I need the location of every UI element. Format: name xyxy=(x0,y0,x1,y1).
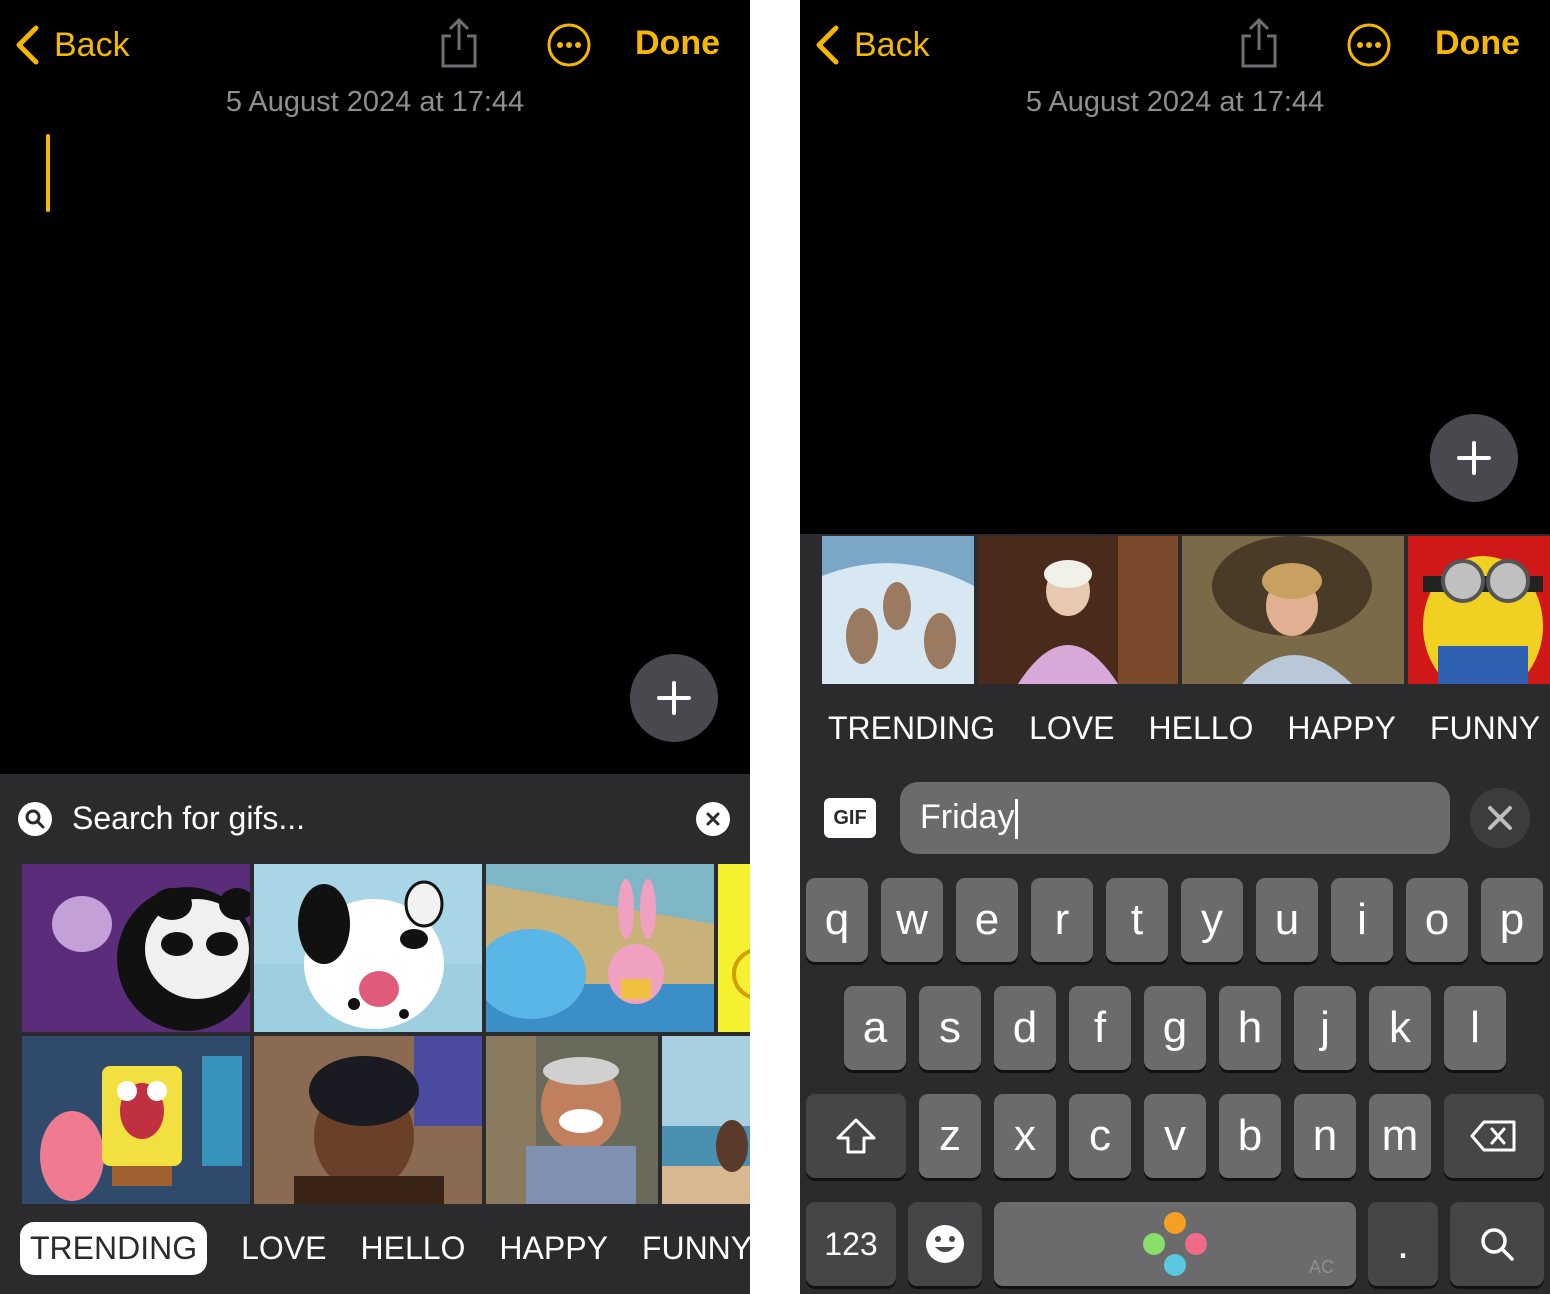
key-e[interactable]: e xyxy=(956,878,1018,962)
close-icon xyxy=(1488,806,1512,830)
clear-search-button[interactable] xyxy=(1470,788,1530,848)
plus-icon xyxy=(657,681,691,715)
key-r[interactable]: r xyxy=(1031,878,1093,962)
gif-thumbnail-toddler[interactable] xyxy=(1182,536,1404,684)
gif-search-bar[interactable]: Search for gifs... xyxy=(0,774,750,862)
period-key[interactable]: . xyxy=(1368,1202,1438,1286)
more-options-icon[interactable] xyxy=(1346,22,1392,68)
gif-thumbnail-woman-dancing[interactable] xyxy=(978,536,1178,684)
done-button[interactable]: Done xyxy=(635,24,720,63)
gif-search-placeholder[interactable]: Search for gifs... xyxy=(72,800,305,837)
app-logo-icon xyxy=(1143,1212,1207,1276)
key-j[interactable]: j xyxy=(1294,986,1356,1070)
share-icon[interactable] xyxy=(438,16,480,70)
back-label: Back xyxy=(54,25,130,64)
more-options-icon[interactable] xyxy=(546,22,592,68)
numbers-key[interactable]: 123 xyxy=(806,1202,896,1286)
category-hello[interactable]: HELLO xyxy=(360,1230,465,1267)
category-funny[interactable]: FUNNY xyxy=(642,1230,750,1267)
key-t[interactable]: t xyxy=(1106,878,1168,962)
gif-category-bar: TRENDING LOVE HELLO HAPPY FUNNY xyxy=(20,1222,750,1275)
key-w[interactable]: w xyxy=(881,878,943,962)
gif-picker-panel: Search for gifs... TRENDING LOVE HELLO H… xyxy=(0,774,750,1294)
search-icon xyxy=(18,802,52,836)
gif-thumbnail-panda[interactable] xyxy=(22,864,250,1032)
gif-thumbnail-spongebob[interactable] xyxy=(22,1036,250,1204)
key-m[interactable]: m xyxy=(1369,1094,1431,1178)
key-n[interactable]: n xyxy=(1294,1094,1356,1178)
category-love[interactable]: LOVE xyxy=(1029,710,1114,747)
emoji-icon xyxy=(926,1225,964,1263)
notes-screen-right: Back Done 5 August 2024 at 17:44 TRENDIN… xyxy=(800,0,1550,1294)
backspace-icon xyxy=(1470,1120,1516,1152)
category-trending[interactable]: TRENDING xyxy=(828,710,995,747)
plus-icon xyxy=(1457,441,1491,475)
key-a[interactable]: a xyxy=(844,986,906,1070)
gif-thumbnail-minion[interactable] xyxy=(1408,536,1550,684)
category-happy[interactable]: HAPPY xyxy=(499,1230,607,1267)
key-k[interactable]: k xyxy=(1369,986,1431,1070)
key-c[interactable]: c xyxy=(1069,1094,1131,1178)
shift-icon xyxy=(836,1118,876,1154)
gif-thumbnail-man-hat[interactable] xyxy=(254,1036,482,1204)
text-caret xyxy=(46,134,50,212)
gif-badge: GIF xyxy=(824,798,876,838)
key-s[interactable]: s xyxy=(919,986,981,1070)
chevron-left-icon xyxy=(16,25,39,65)
category-funny[interactable]: FUNNY xyxy=(1430,710,1540,747)
gif-thumbnail-beach[interactable] xyxy=(662,1036,750,1204)
keyboard: q w e r t y u i o p a s d f g h j k l z … xyxy=(800,862,1550,1294)
add-button[interactable] xyxy=(1430,414,1518,502)
emoji-key[interactable] xyxy=(908,1202,982,1286)
add-button[interactable] xyxy=(630,654,718,742)
key-d[interactable]: d xyxy=(994,986,1056,1070)
clear-search-icon[interactable] xyxy=(696,802,730,836)
note-date: 5 August 2024 at 17:44 xyxy=(1025,86,1325,118)
share-icon[interactable] xyxy=(1238,16,1280,70)
key-l[interactable]: l xyxy=(1444,986,1506,1070)
gif-thumbnail-laughing-man[interactable] xyxy=(486,1036,658,1204)
done-button[interactable]: Done xyxy=(1435,24,1520,63)
key-h[interactable]: h xyxy=(1219,986,1281,1070)
category-hello[interactable]: HELLO xyxy=(1148,710,1253,747)
key-b[interactable]: b xyxy=(1219,1094,1281,1178)
key-i[interactable]: i xyxy=(1331,878,1393,962)
back-button[interactable]: Back xyxy=(814,20,930,70)
notes-screen-left: Back Done 5 August 2024 at 17:44 Search … xyxy=(0,0,750,1294)
nav-bar: Back Done xyxy=(800,0,1550,90)
search-key[interactable] xyxy=(1450,1202,1544,1286)
gif-thumbnail-bunny[interactable] xyxy=(486,864,714,1032)
nav-bar: Back Done xyxy=(0,0,750,90)
key-x[interactable]: x xyxy=(994,1094,1056,1178)
key-g[interactable]: g xyxy=(1144,986,1206,1070)
gif-category-bar: TRENDING LOVE HELLO HAPPY FUNNY xyxy=(828,710,1550,747)
key-p[interactable]: p xyxy=(1481,878,1543,962)
gif-search-value[interactable]: Friday xyxy=(920,798,1019,840)
autocorrect-indicator: AC xyxy=(1308,1257,1334,1277)
note-date: 5 August 2024 at 17:44 xyxy=(225,86,525,118)
category-happy[interactable]: HAPPY xyxy=(1287,710,1395,747)
key-o[interactable]: o xyxy=(1406,878,1468,962)
back-label: Back xyxy=(854,25,930,64)
backspace-key[interactable] xyxy=(1444,1094,1544,1178)
key-q[interactable]: q xyxy=(806,878,868,962)
space-key[interactable]: AC xyxy=(994,1202,1356,1286)
key-f[interactable]: f xyxy=(1069,986,1131,1070)
key-y[interactable]: y xyxy=(1181,878,1243,962)
text-caret xyxy=(1015,799,1019,840)
gif-search-input[interactable]: Friday xyxy=(900,782,1450,854)
key-z[interactable]: z xyxy=(919,1094,981,1178)
back-button[interactable]: Back xyxy=(14,20,130,70)
gif-thumbnail-yellow[interactable] xyxy=(718,864,750,1032)
key-v[interactable]: v xyxy=(1144,1094,1206,1178)
chevron-left-icon xyxy=(816,25,839,65)
gif-thumbnail-bunnies-snow[interactable] xyxy=(822,536,974,684)
search-icon xyxy=(1481,1228,1514,1261)
key-u[interactable]: u xyxy=(1256,878,1318,962)
gif-thumbnail-dalmatian[interactable] xyxy=(254,864,482,1032)
category-trending[interactable]: TRENDING xyxy=(20,1222,208,1275)
category-love[interactable]: LOVE xyxy=(241,1230,326,1267)
shift-key[interactable] xyxy=(806,1094,906,1178)
